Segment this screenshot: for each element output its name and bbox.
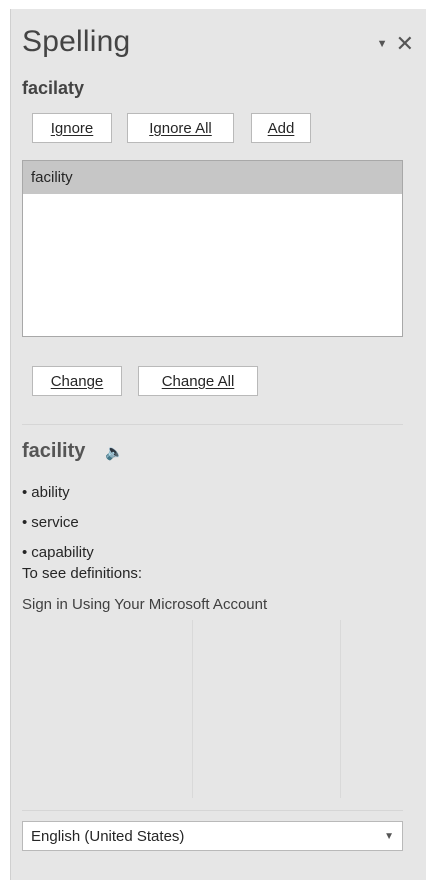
change-all-button-label: Change All xyxy=(161,372,235,390)
definition-header: facility 🔈 xyxy=(22,440,124,463)
pane-title: Spelling xyxy=(22,25,131,58)
ignore-all-button[interactable]: Ignore All xyxy=(127,113,234,143)
chevron-down-icon[interactable]: ▼ xyxy=(384,831,394,842)
ignore-button-label: Ignore xyxy=(50,119,94,137)
signin-link[interactable]: Sign in Using Your Microsoft Account xyxy=(22,596,267,613)
synonym-text: capability xyxy=(31,544,94,561)
panel-divider xyxy=(340,620,341,798)
synonym-item[interactable]: • service xyxy=(22,514,79,531)
add-button-label: Add xyxy=(267,119,295,137)
language-select[interactable]: English (United States) ▼ xyxy=(22,821,403,851)
ignore-button[interactable]: Ignore xyxy=(32,113,112,143)
section-divider xyxy=(22,424,403,425)
add-button[interactable]: Add xyxy=(251,113,311,143)
bullet: • xyxy=(22,544,28,561)
section-divider xyxy=(22,810,403,811)
bullet: • xyxy=(22,484,28,501)
speaker-icon[interactable]: 🔈 xyxy=(105,443,124,461)
change-button[interactable]: Change xyxy=(32,366,122,396)
bullet: • xyxy=(22,514,28,531)
language-select-value: English (United States) xyxy=(31,827,185,845)
dropdown-arrow-icon[interactable]: ▼ xyxy=(377,36,388,52)
suggestion-item-selected[interactable]: facility xyxy=(23,161,402,194)
pane-controls: ▼ ✕ xyxy=(377,33,414,55)
change-all-button[interactable]: Change All xyxy=(138,366,258,396)
panel-divider xyxy=(192,620,193,798)
misspelled-word: facilaty xyxy=(22,78,85,98)
close-icon[interactable]: ✕ xyxy=(396,33,414,55)
synonym-item[interactable]: • ability xyxy=(22,484,70,501)
see-definitions-label: To see definitions: xyxy=(22,565,143,582)
suggestions-list[interactable]: facility xyxy=(22,160,403,337)
change-button-label: Change xyxy=(50,372,104,390)
synonym-text: ability xyxy=(31,484,70,501)
ignore-all-button-label: Ignore All xyxy=(149,119,212,137)
synonym-text: service xyxy=(31,514,79,531)
synonym-item[interactable]: • capability xyxy=(22,544,94,561)
definition-word: facility xyxy=(22,440,86,462)
